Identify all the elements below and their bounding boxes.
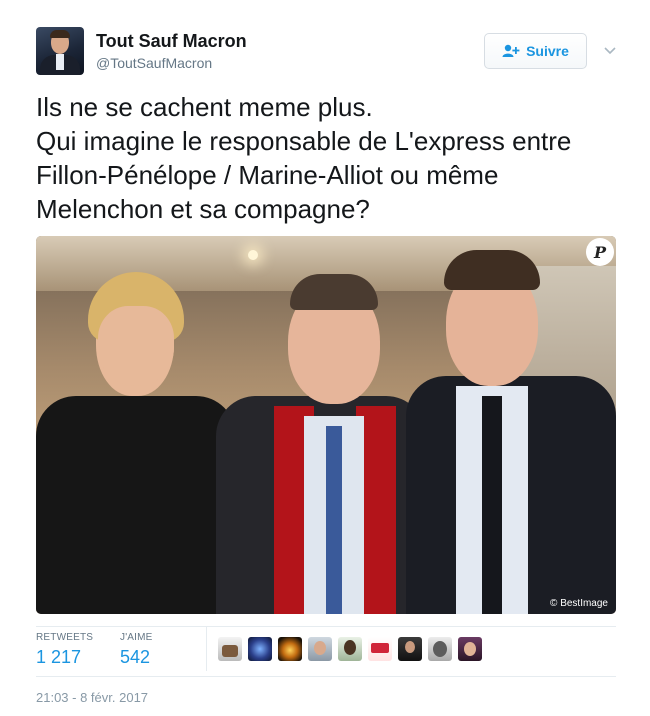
likes-stat[interactable]: J'AIME 542 [120, 632, 153, 668]
liker-avatar[interactable] [428, 637, 452, 661]
stats-divider-top [36, 626, 616, 627]
retweets-label: RETWEETS [36, 632, 94, 643]
author-avatar[interactable] [36, 27, 84, 75]
add-user-icon [502, 44, 520, 57]
avatar-shirt [56, 54, 64, 70]
follow-button-label: Suivre [526, 43, 569, 59]
liker-avatar[interactable] [218, 637, 242, 661]
author-screen-name[interactable]: @ToutSaufMacron [96, 55, 212, 71]
watermark-logo: P [586, 238, 614, 266]
tweet-text: Ils ne se cachent meme plus. Qui imagine… [36, 92, 572, 224]
liker-avatar[interactable] [248, 637, 272, 661]
likes-count[interactable]: 542 [120, 647, 153, 668]
liker-avatar[interactable] [278, 637, 302, 661]
likers-avatars [218, 637, 482, 661]
liker-avatar[interactable] [368, 637, 392, 661]
liker-avatar[interactable] [308, 637, 332, 661]
chevron-down-icon[interactable] [602, 42, 618, 58]
liker-avatar[interactable] [398, 637, 422, 661]
tweet-photo[interactable]: P © BestImage [36, 236, 616, 614]
stats-vertical-divider [206, 627, 207, 671]
photo-lamp [248, 250, 258, 260]
follow-button[interactable]: Suivre [484, 33, 587, 69]
tweet-timestamp[interactable]: 21:03 - 8 févr. 2017 [36, 690, 148, 705]
avatar-hair [50, 30, 70, 38]
stats-divider-bottom [36, 676, 616, 677]
likes-label: J'AIME [120, 632, 153, 643]
liker-avatar[interactable] [338, 637, 362, 661]
tweet-card: Tout Sauf Macron @ToutSaufMacron Suivre … [0, 0, 650, 716]
photo-credit: © BestImage [550, 598, 608, 609]
liker-avatar[interactable] [458, 637, 482, 661]
author-display-name[interactable]: Tout Sauf Macron [96, 31, 247, 52]
retweets-count[interactable]: 1 217 [36, 647, 93, 668]
retweets-stat[interactable]: RETWEETS 1 217 [36, 632, 93, 668]
